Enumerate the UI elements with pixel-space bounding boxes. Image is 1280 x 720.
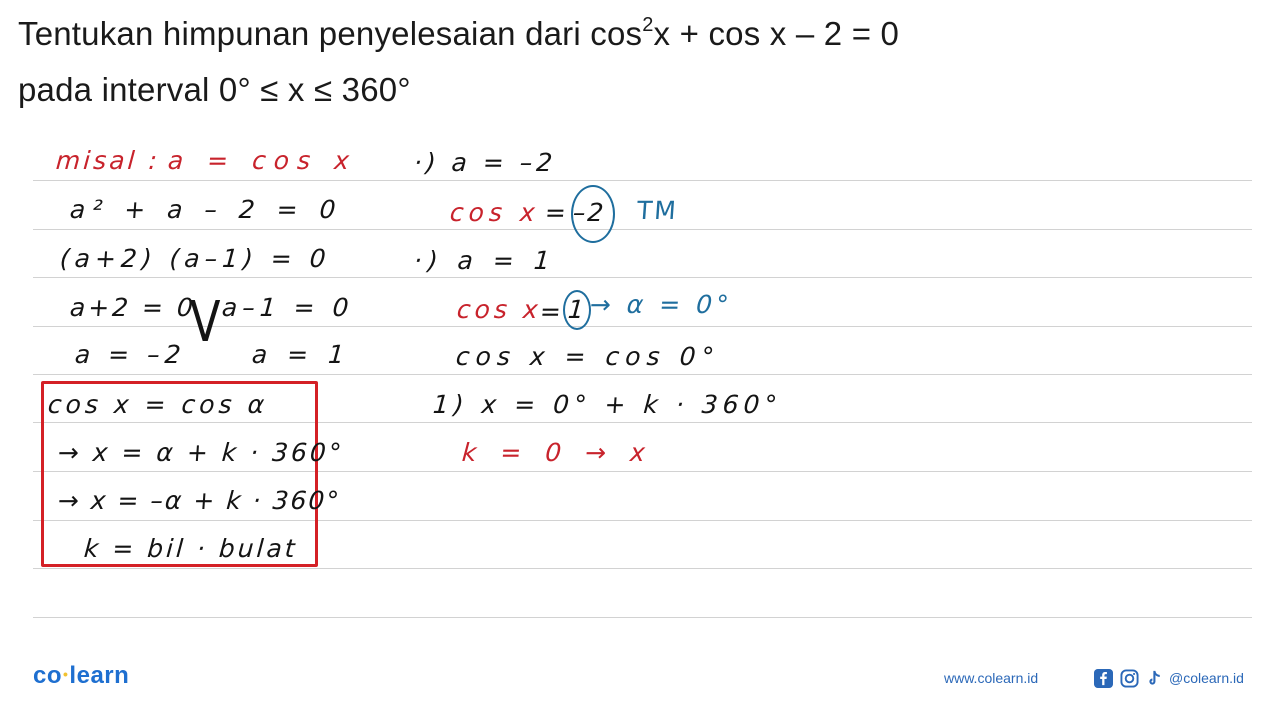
case-a-neg2-value: –2 [571, 198, 607, 227]
cos-x-equals-cos-0: cos x = cos 0° [454, 342, 722, 371]
question-line-2: pada interval 0° ≤ x ≤ 360° [18, 71, 411, 108]
box-line-cos-equation: cos x = cos α [46, 390, 270, 419]
k-zero-substitution: k = 0 → x [460, 438, 654, 467]
ruled-line [33, 374, 1252, 375]
case-a-1-value: 1 [566, 295, 588, 324]
tiktok-icon[interactable] [1145, 669, 1164, 688]
factored-equation: (a+2) (a–1) = 0 [58, 244, 332, 273]
substitution-label: misal : [54, 146, 161, 175]
website-link[interactable]: www.colearn.id [944, 670, 1038, 686]
ruled-line [33, 568, 1252, 569]
case-a-1-header: ·) a = 1 [412, 246, 557, 275]
ruled-line [33, 180, 1252, 181]
social-handle[interactable]: @colearn.id [1169, 670, 1244, 686]
solution-formula: 1) x = 0° + k · 360° [431, 390, 784, 419]
root-a-neg2: a = –2 [73, 340, 187, 369]
alpha-value-note: → α = 0° [588, 290, 734, 319]
ruled-line [33, 277, 1252, 278]
quadratic-equation: a² + a – 2 = 0 [68, 195, 344, 224]
case-a-1-equals: = [538, 297, 565, 326]
substitution-expression: a = cos x [166, 146, 358, 175]
ruled-line [33, 617, 1252, 618]
colearn-logo: co•learn [33, 662, 130, 689]
case-a-neg2-equals: = [543, 198, 570, 227]
question-line-1: Tentukan himpunan penyelesaian dari cos2… [18, 14, 900, 52]
case-a-neg2-cos-x: cos x [448, 198, 541, 227]
ruled-line [33, 229, 1252, 230]
factor-2-zero: a–1 = 0 [220, 293, 355, 322]
not-satisfied-note: TM [635, 196, 679, 225]
case-a-1-cos-x: cos x [455, 295, 543, 324]
root-a-1: a = 1 [250, 340, 352, 369]
factor-1-zero: a+2 = 0 [68, 293, 197, 322]
instagram-icon[interactable] [1120, 669, 1139, 688]
facebook-icon[interactable] [1094, 669, 1113, 688]
question-text: Tentukan himpunan penyelesaian dari cos2… [18, 6, 899, 118]
box-line-k-integer: k = bil · bulat [82, 534, 299, 563]
case-a-neg2-header: ·) a = –2 [412, 148, 558, 177]
or-symbol: V [189, 290, 221, 355]
box-line-negative-solution: → x = –α + k · 360° [56, 486, 342, 515]
box-line-positive-solution: → x = α + k · 360° [56, 438, 346, 467]
